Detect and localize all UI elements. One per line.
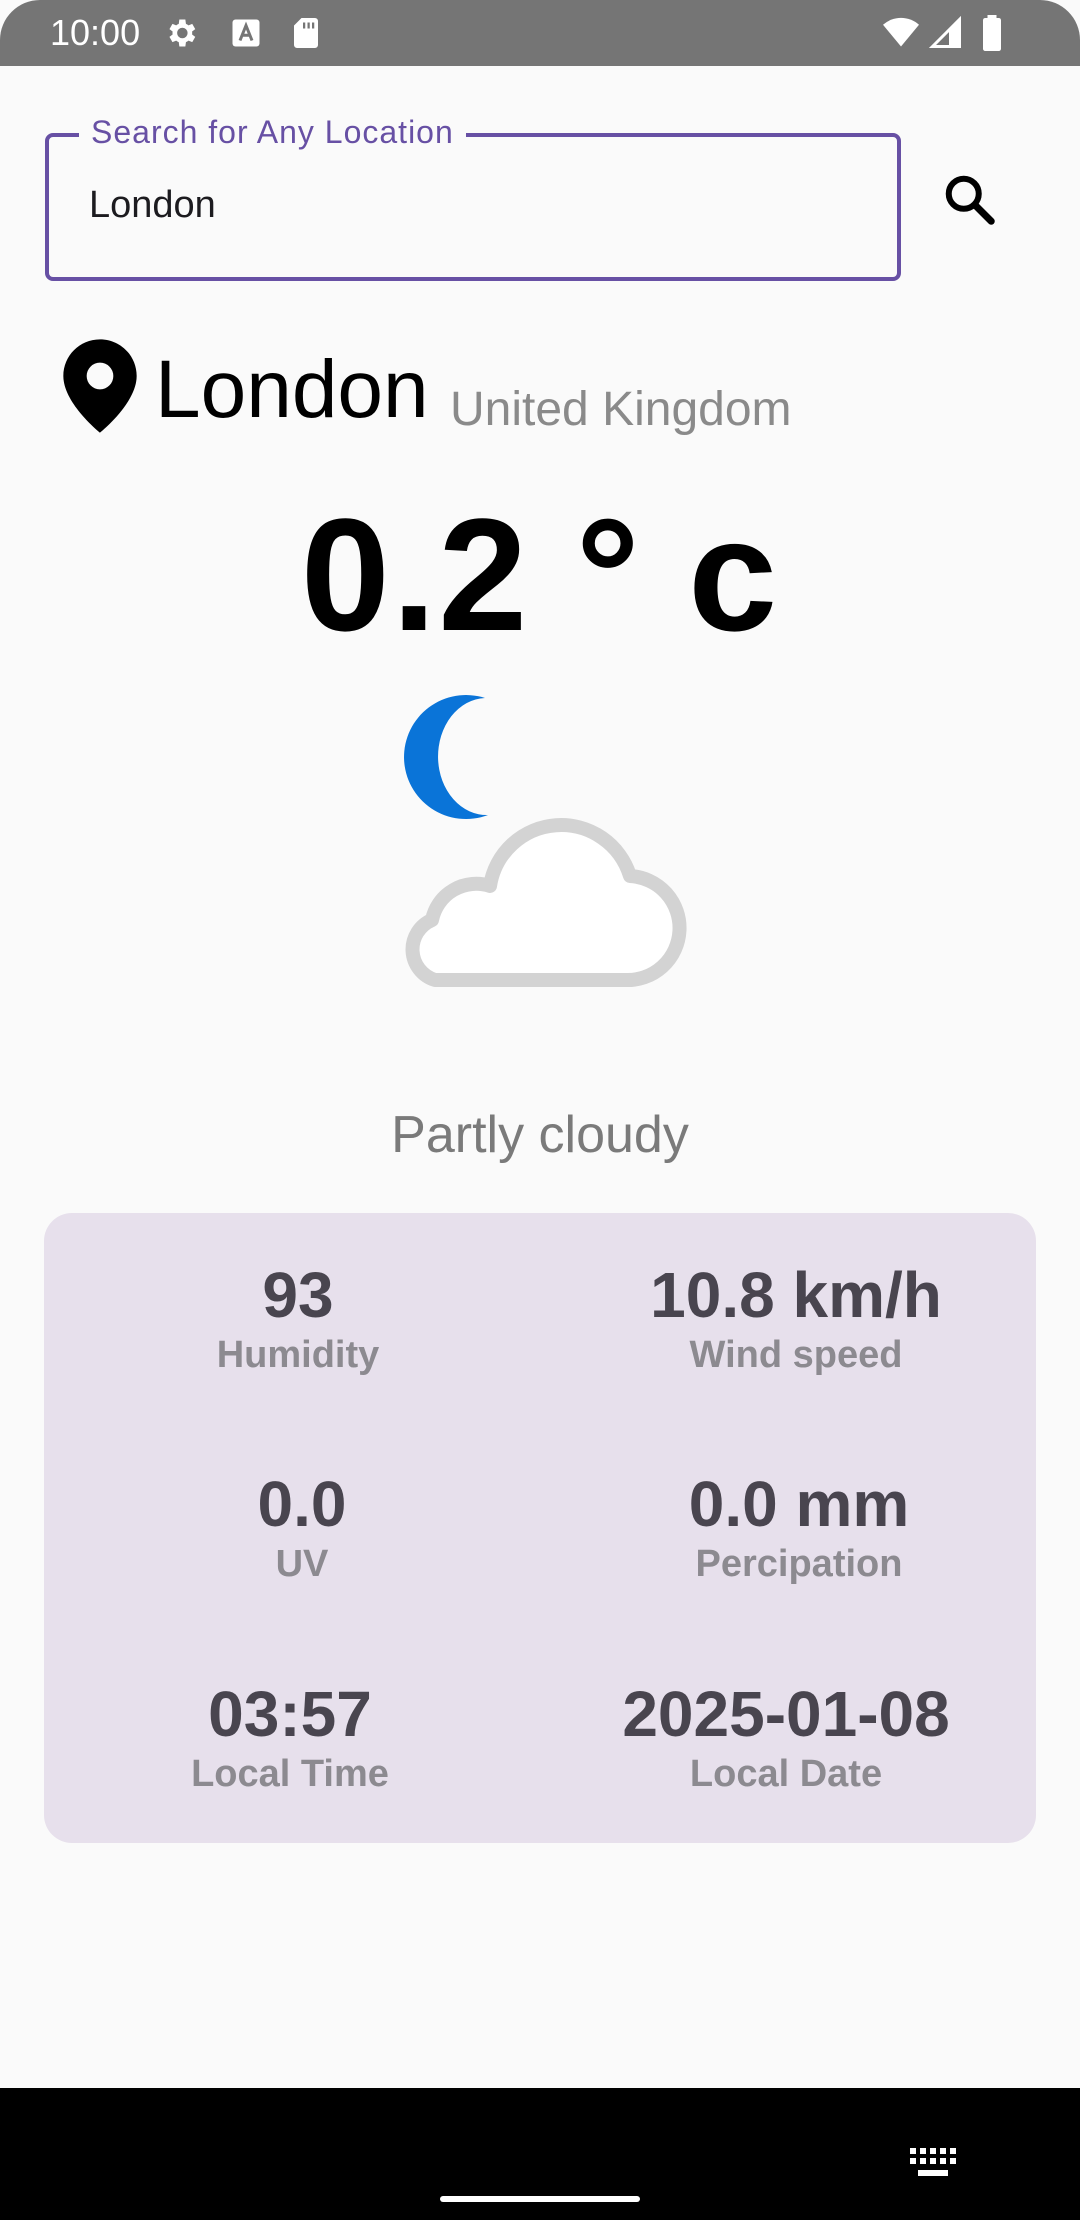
sd-card-icon: [288, 15, 324, 51]
precipitation-detail: 0.0 mm Percipation: [559, 1467, 1039, 1587]
battery-icon: [978, 15, 1006, 51]
local-time-value: 03:57: [208, 1678, 372, 1750]
search-field-label: Search for Any Location: [79, 110, 466, 154]
humidity-detail: 93 Humidity: [58, 1258, 538, 1378]
wind-speed-value: 10.8 km/h: [650, 1259, 942, 1331]
weather-app-screen: 10:00 Search for Any Location London Lon…: [0, 0, 1080, 2220]
search-location-field[interactable]: Search for Any Location: [45, 110, 901, 281]
local-time-detail: 03:57 Local Time: [50, 1677, 530, 1797]
search-input[interactable]: [89, 175, 849, 235]
city-name: London: [155, 344, 429, 435]
wind-speed-label: Wind speed: [689, 1334, 903, 1376]
navigation-bar: [0, 2088, 1080, 2220]
uv-value: 0.0: [257, 1468, 347, 1540]
wind-speed-detail: 10.8 km/h Wind speed: [556, 1258, 1036, 1378]
settings-gear-icon: [163, 15, 199, 51]
humidity-label: Humidity: [216, 1334, 380, 1376]
precipitation-value: 0.0 mm: [688, 1468, 910, 1540]
wifi-icon: [880, 15, 922, 51]
uv-label: UV: [275, 1543, 329, 1585]
local-date-detail: 2025-01-08 Local Date: [546, 1677, 1026, 1797]
precipitation-label: Percipation: [695, 1543, 903, 1585]
location-pin-icon: [60, 338, 140, 434]
weather-details-card: 93 Humidity 10.8 km/h Wind speed 0.0 UV …: [44, 1213, 1036, 1843]
partly-cloudy-night-icon: [360, 680, 730, 1000]
keyboard-icon[interactable]: [910, 2148, 958, 2180]
local-date-label: Local Date: [689, 1753, 883, 1795]
status-time: 10:00: [50, 12, 141, 53]
font-a-icon: [228, 15, 264, 51]
local-date-value: 2025-01-08: [622, 1678, 950, 1750]
humidity-value: 93: [262, 1259, 334, 1331]
local-time-label: Local Time: [191, 1753, 389, 1795]
temperature: 0.2 ° c: [300, 485, 780, 664]
status-bar: 10:00: [0, 0, 1080, 66]
home-gesture-handle[interactable]: [440, 2196, 640, 2202]
country-name: United Kingdom: [450, 383, 792, 436]
signal-icon: [928, 15, 964, 51]
uv-detail: 0.0 UV: [62, 1467, 542, 1587]
search-icon: [945, 175, 995, 225]
search-button[interactable]: [930, 160, 1010, 240]
weather-condition: Partly cloudy: [391, 1106, 689, 1164]
